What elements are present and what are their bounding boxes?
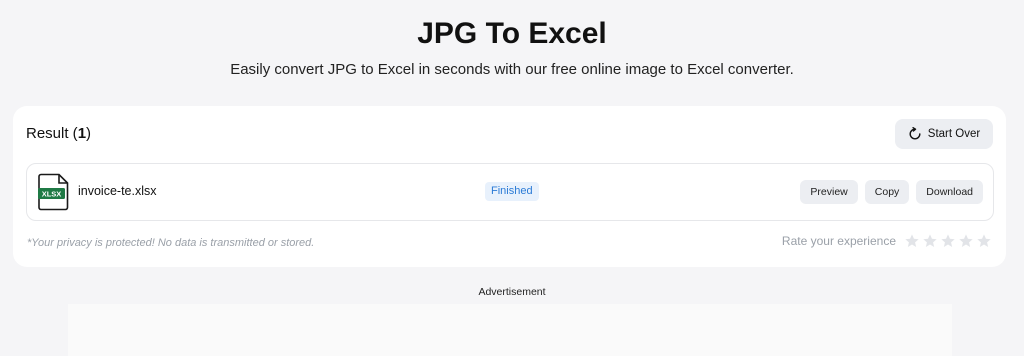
rate-label: Rate your experience [781,234,896,248]
refresh-icon [909,127,921,140]
start-over-button[interactable]: Start Over [895,119,993,149]
page-subtitle: Easily convert JPG to Excel in seconds w… [230,61,794,78]
xlsx-file-icon: XLSX [38,173,69,211]
ad-label: Advertisement [478,286,546,298]
result-heading-end: ) [86,125,92,142]
result-card: Result (1) Start Over XLSX invoice-te.xl… [13,106,1006,267]
start-over-label: Start Over [927,128,981,140]
star-icon[interactable] [976,233,992,249]
copy-button[interactable]: Copy [864,180,910,204]
ad-slot [68,304,952,356]
file-name: invoice-te.xlsx [78,184,157,198]
star-icon[interactable] [940,233,956,249]
result-count: 1 [77,125,87,142]
download-button[interactable]: Download [916,180,983,204]
page-title: JPG To Excel [417,17,607,50]
star-icon[interactable] [922,233,938,249]
result-heading-label: Result ( [26,125,78,142]
rating: Rate your experience [782,233,992,249]
xlsx-icon-text: XLSX [42,190,62,199]
file-actions: Preview Copy Download [800,180,983,204]
privacy-note: *Your privacy is protected! No data is t… [27,237,315,249]
star-icon[interactable] [904,233,920,249]
star-rating [904,233,992,249]
result-heading: Result (1) [26,125,91,142]
star-icon[interactable] [958,233,974,249]
preview-button[interactable]: Preview [800,180,858,204]
status-badge: Finished [485,182,539,201]
file-row: XLSX invoice-te.xlsx Finished Preview Co… [26,163,994,221]
